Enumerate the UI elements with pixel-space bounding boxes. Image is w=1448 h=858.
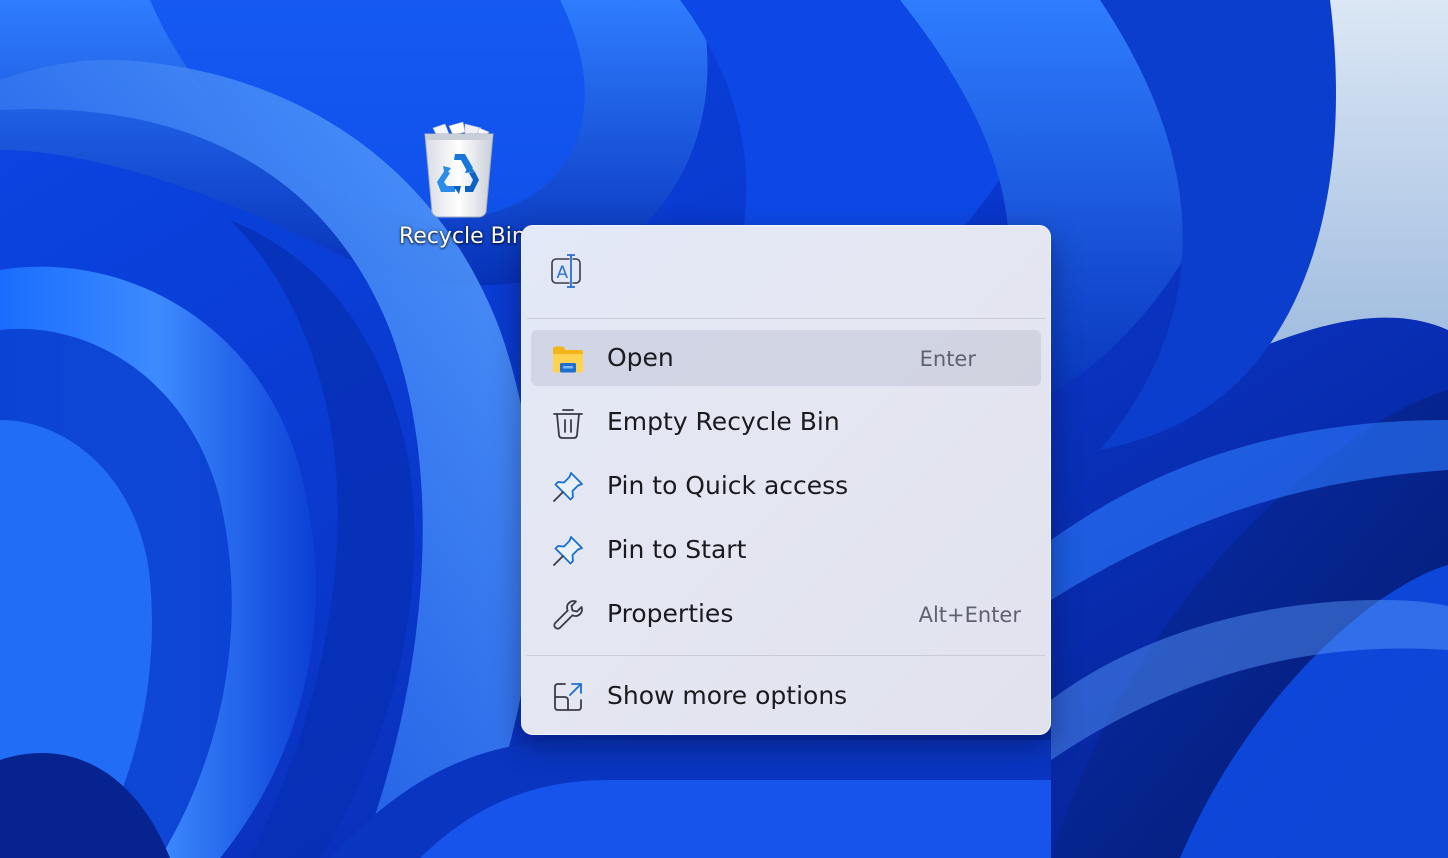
menu-item-empty-recycle-bin[interactable]: Empty Recycle Bin bbox=[531, 394, 1041, 450]
menu-item-open[interactable]: Open Enter bbox=[531, 330, 1041, 386]
folder-icon bbox=[553, 346, 583, 373]
menu-item-properties[interactable]: Properties Alt+Enter bbox=[531, 586, 1041, 642]
menu-item-pin-to-start[interactable]: Pin to Start bbox=[531, 522, 1041, 578]
menu-item-pin-to-quick-access[interactable]: Pin to Quick access bbox=[531, 458, 1041, 514]
svg-text:A: A bbox=[557, 263, 569, 283]
rename-icon: A bbox=[551, 254, 581, 288]
expand-icon bbox=[554, 683, 582, 711]
trash-can-icon bbox=[553, 409, 583, 439]
recycle-bin-icon bbox=[424, 122, 494, 218]
desktop: Recycle Bin A Open Enter Empty Recycle B… bbox=[0, 0, 1448, 858]
menu-item-label: Empty Recycle Bin bbox=[607, 407, 840, 436]
menu-item-show-more-options[interactable]: Show more options bbox=[531, 668, 1041, 724]
context-menu: A Open Enter Empty Recycle Bin Pin to Qu… bbox=[521, 225, 1051, 735]
wrench-icon bbox=[553, 600, 583, 630]
recycle-bin-label: Recycle Bin bbox=[399, 224, 526, 249]
menu-item-label: Pin to Quick access bbox=[607, 471, 849, 500]
menu-item-label: Pin to Start bbox=[607, 535, 747, 564]
menu-item-label: Show more options bbox=[607, 681, 848, 710]
shortcut-label: Enter bbox=[919, 347, 976, 371]
pin-icon bbox=[553, 472, 583, 502]
quick-actions-bar: A bbox=[521, 225, 1051, 318]
rename-button[interactable]: A bbox=[543, 251, 589, 293]
shortcut-label: Alt+Enter bbox=[918, 603, 1021, 627]
menu-item-label: Open bbox=[607, 343, 674, 372]
pin-icon bbox=[553, 536, 583, 566]
separator bbox=[527, 318, 1045, 319]
menu-item-label: Properties bbox=[607, 599, 734, 628]
separator bbox=[527, 655, 1045, 656]
recycle-bin-desktop-icon[interactable]: Recycle Bin bbox=[394, 122, 526, 262]
